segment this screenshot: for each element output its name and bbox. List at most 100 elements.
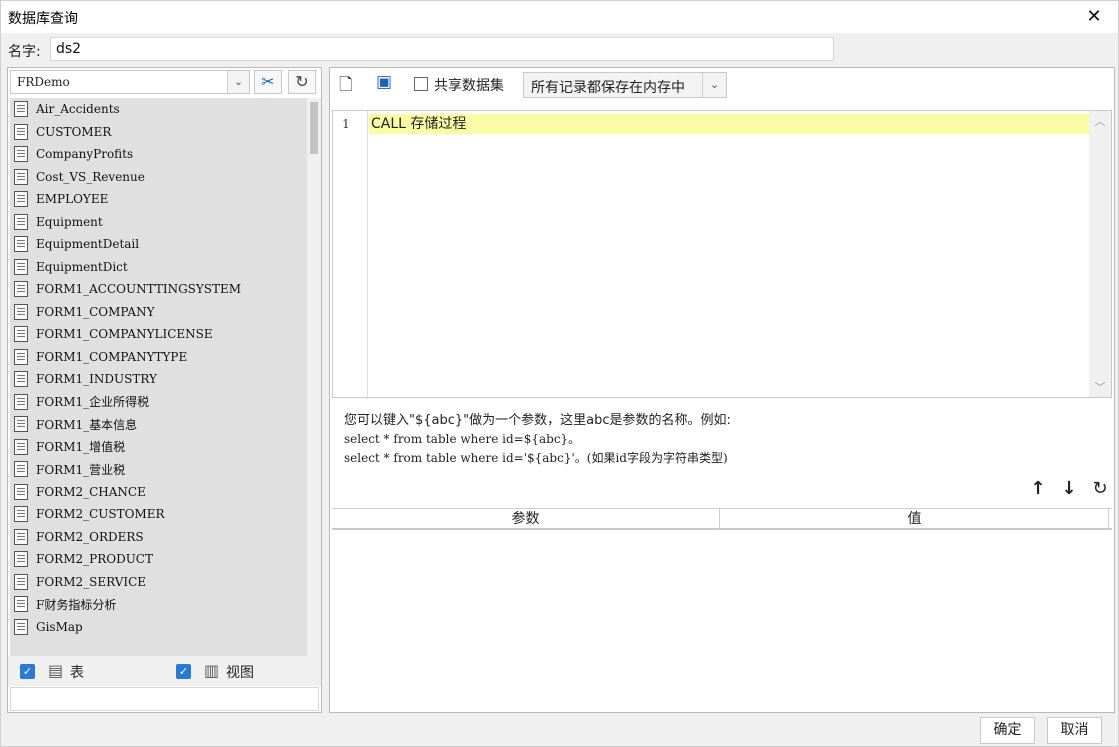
- code-line[interactable]: CALL 存储过程: [369, 114, 1089, 134]
- table-icon: [14, 213, 28, 230]
- table-icon: ▤: [48, 661, 64, 680]
- table-name: CUSTOMER: [36, 124, 112, 139]
- table-list-item[interactable]: EquipmentDict: [10, 256, 307, 279]
- table-list-item[interactable]: Air_Accidents: [10, 98, 307, 121]
- scroll-up-icon[interactable]: ︿: [1089, 113, 1111, 129]
- table-name: FORM1_ACCOUNTTINGSYSTEM: [36, 282, 242, 297]
- tools-icon: ✂: [261, 72, 275, 91]
- table-icon: [14, 258, 28, 275]
- sql-editor[interactable]: 1 CALL 存储过程 ︿ ﹀: [332, 110, 1112, 398]
- table-list-item[interactable]: FORM1_COMPANYLICENSE: [10, 323, 307, 346]
- line-number-gutter: 1: [333, 111, 368, 397]
- close-icon[interactable]: ✕: [1082, 5, 1106, 29]
- table-list-item[interactable]: FORM1_ACCOUNTTINGSYSTEM: [10, 278, 307, 301]
- table-list-item[interactable]: FORM1_COMPANYTYPE: [10, 346, 307, 369]
- table-list-item[interactable]: FORM1_营业税: [10, 458, 307, 481]
- table-list-item[interactable]: Equipment: [10, 211, 307, 234]
- table-icon: [14, 528, 28, 545]
- view-checkbox[interactable]: ✓: [176, 664, 191, 679]
- table-list-item[interactable]: FORM1_INDUSTRY: [10, 368, 307, 391]
- share-dataset-checkbox[interactable]: [414, 77, 428, 91]
- view-icon: ▥: [204, 661, 220, 680]
- parameter-hint: 您可以键入"${abc}"做为一个参数，这里abc是参数的名称。例如: sele…: [344, 411, 731, 468]
- param-column-header[interactable]: 参数: [332, 509, 720, 529]
- scrollbar-thumb[interactable]: [310, 102, 318, 154]
- window-title: 数据库查询: [8, 11, 78, 27]
- query-panel: 🗋 ▣ 共享数据集 所有记录都保存在内存中 ⌄ 1 CALL 存储过程 ︿ ﹀ …: [329, 67, 1115, 713]
- table-name: FORM1_增值税: [36, 440, 126, 455]
- table-icon: [14, 101, 28, 118]
- table-icon: [14, 326, 28, 343]
- table-name: EMPLOYEE: [36, 192, 109, 207]
- chevron-down-icon[interactable]: ⌄: [227, 71, 249, 93]
- hint-line-3: select * from table where id='${abc}'。(如…: [344, 451, 728, 465]
- table-list-item[interactable]: EquipmentDetail: [10, 233, 307, 256]
- table-list-item[interactable]: GisMap: [10, 616, 307, 639]
- table-name: FORM2_CUSTOMER: [36, 507, 165, 522]
- table-list-item[interactable]: FORM1_增值税: [10, 436, 307, 459]
- table-list-item[interactable]: FORM1_基本信息: [10, 413, 307, 436]
- table-list-item[interactable]: F财务指标分析: [10, 593, 307, 616]
- table-checkbox[interactable]: ✓: [20, 664, 35, 679]
- table-icon: [14, 168, 28, 185]
- database-select-value: FRDemo: [17, 75, 70, 89]
- table-list-item[interactable]: FORM2_SERVICE: [10, 571, 307, 594]
- table-list-item[interactable]: Cost_VS_Revenue: [10, 166, 307, 189]
- move-up-icon[interactable]: ↑: [1028, 478, 1048, 500]
- table-list-item[interactable]: FORM2_CUSTOMER: [10, 503, 307, 526]
- table-name: FORM2_PRODUCT: [36, 552, 153, 567]
- scroll-down-icon[interactable]: ﹀: [1089, 379, 1111, 395]
- preview-icon[interactable]: 🗋: [339, 72, 353, 101]
- table-name: EquipmentDict: [36, 259, 128, 274]
- table-list-item[interactable]: FORM1_企业所得税: [10, 391, 307, 414]
- table-search-input[interactable]: [10, 687, 319, 711]
- table-icon: [14, 416, 28, 433]
- table-list-item[interactable]: CUSTOMER: [10, 121, 307, 144]
- table-list-item[interactable]: FORM1_COMPANY: [10, 301, 307, 324]
- table-icon: [14, 573, 28, 590]
- cache-mode-value: 所有记录都保存在内存中: [531, 80, 685, 96]
- hint-line-1: 您可以键入"${abc}"做为一个参数，这里abc是参数的名称。例如:: [344, 413, 731, 428]
- ok-button[interactable]: 确定: [980, 717, 1035, 744]
- table-name: EquipmentDetail: [36, 237, 140, 252]
- share-dataset-label: 共享数据集: [434, 78, 504, 94]
- hint-line-2: select * from table where id=${abc}。: [344, 432, 581, 446]
- table-name: FORM1_企业所得税: [36, 395, 150, 410]
- table-name: GisMap: [36, 619, 83, 634]
- table-icon: [14, 618, 28, 635]
- title-bar: 数据库查询 ✕: [1, 1, 1118, 33]
- table-icon: [14, 596, 28, 613]
- table-name: FORM2_ORDERS: [36, 529, 144, 544]
- table-icon: [14, 236, 28, 253]
- table-name: Air_Accidents: [36, 102, 120, 117]
- table-list-item[interactable]: EMPLOYEE: [10, 188, 307, 211]
- refresh-params-icon[interactable]: ↻: [1090, 478, 1110, 500]
- table-list-scrollbar[interactable]: [307, 98, 321, 673]
- cancel-button[interactable]: 取消: [1047, 717, 1102, 744]
- move-down-icon[interactable]: ↓: [1059, 478, 1079, 500]
- table-icon: [14, 483, 28, 500]
- chevron-down-icon[interactable]: ⌄: [702, 73, 726, 97]
- connection-settings-button[interactable]: ✂: [254, 70, 282, 94]
- name-row: 名字:: [1, 34, 1118, 64]
- table-name: FORM2_CHANCE: [36, 484, 146, 499]
- table-icon: [14, 123, 28, 140]
- editor-scrollbar[interactable]: ︿ ﹀: [1089, 111, 1111, 397]
- table-icon: [14, 146, 28, 163]
- table-list-item[interactable]: FORM2_CHANCE: [10, 481, 307, 504]
- object-type-filters: ✓ ▤ 表 ✓ ▥ 视图: [8, 656, 321, 686]
- table-list: Air_Accidents CUSTOMER CompanyProfits Cost_…: [10, 98, 307, 673]
- parameter-icon[interactable]: ▣: [376, 72, 392, 92]
- table-list-item[interactable]: FORM2_ORDERS: [10, 526, 307, 549]
- cache-mode-select[interactable]: 所有记录都保存在内存中 ⌄: [523, 72, 727, 98]
- value-column-header[interactable]: 值: [721, 509, 1109, 529]
- table-list-item[interactable]: CompanyProfits: [10, 143, 307, 166]
- refresh-button[interactable]: ↻: [288, 70, 316, 94]
- table-icon: [14, 348, 28, 365]
- database-select[interactable]: FRDemo ⌄: [10, 70, 250, 94]
- name-label: 名字:: [8, 44, 41, 60]
- name-input[interactable]: [50, 37, 834, 61]
- view-filter-label: 视图: [226, 665, 254, 681]
- table-icon: [14, 191, 28, 208]
- table-list-item[interactable]: FORM2_PRODUCT: [10, 548, 307, 571]
